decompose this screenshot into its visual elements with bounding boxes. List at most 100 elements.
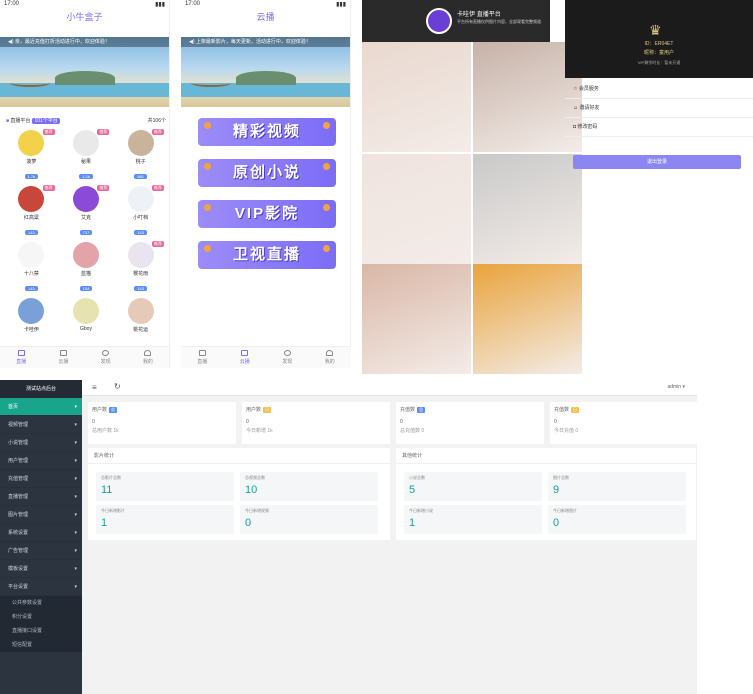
subnav-item[interactable]: 短信配置 xyxy=(0,638,82,652)
brand-name: 卡哇伊 直播平台 xyxy=(457,9,501,18)
chevron-down-icon: ▾ xyxy=(74,494,77,500)
profile-menu: ☆ 会员服务 ☺ 邀请好友 ◘ 修改密码 xyxy=(565,80,753,137)
nav-label: 视频管理 xyxy=(8,422,29,428)
platform-name: 蓝猫 xyxy=(80,271,91,277)
platform-avatar xyxy=(72,186,99,212)
recommend-badge: 推荐 xyxy=(42,129,55,135)
card-header: 用户数日 xyxy=(246,406,386,413)
platform-avatar xyxy=(127,186,154,212)
tab-label: 直播 xyxy=(197,359,208,365)
novel-button[interactable]: 原创小说 xyxy=(198,159,336,187)
tab-live[interactable]: 直播 xyxy=(181,347,224,368)
platform-item[interactable]: 蓝猫 154 xyxy=(59,240,114,294)
tab-live[interactable]: 直播 xyxy=(0,347,42,368)
admin-user[interactable]: admin ▾ xyxy=(667,384,685,390)
nav-label: 系统设置 xyxy=(8,530,29,536)
gallery-photo[interactable] xyxy=(362,42,471,152)
platform-item[interactable]: 小叮档 143 推荐 xyxy=(113,184,168,238)
stat-value: 5 xyxy=(409,484,416,496)
platform-item[interactable]: 桃花运 xyxy=(113,296,168,350)
gallery-photo[interactable] xyxy=(473,154,582,264)
nav-item[interactable]: 模板设置 ▾ xyxy=(0,560,82,578)
gallery-photo[interactable] xyxy=(362,264,471,374)
platform-name: 艾克 xyxy=(80,215,91,221)
platform-item[interactable]: 菠萝 1.7k 推荐 xyxy=(4,128,59,182)
logout-button[interactable]: 退出登录 xyxy=(573,155,741,169)
tab-discover[interactable]: 发现 xyxy=(266,347,309,368)
nav-item[interactable]: 直播管理 ▾ xyxy=(0,488,82,506)
tab-discover[interactable]: 发现 xyxy=(85,347,127,368)
notice-text: 亲，最近充值打折活动进行中，欢迎体验！ xyxy=(14,39,110,45)
gallery-photo[interactable] xyxy=(473,264,582,374)
stat-tile: 小说总数 5 xyxy=(404,472,542,501)
card-sub: 总充值数 0 xyxy=(400,428,425,434)
dot-icon xyxy=(204,163,211,170)
stat-label: 今日新增影片 xyxy=(101,508,125,513)
card-sub: 今日新增 1k xyxy=(246,428,273,434)
admin-brand: 测试站点后台 xyxy=(0,380,82,398)
hammock-shape xyxy=(191,79,231,87)
hammock-shape xyxy=(10,79,50,87)
dot-icon xyxy=(204,122,211,129)
tab-cloud[interactable]: 云播 xyxy=(42,347,84,368)
platform-item[interactable]: 红高粱 143 推荐 xyxy=(4,184,59,238)
brand-desc: 平台所有直播仅供图片内容，全部观看完整频道 xyxy=(457,19,541,24)
platform-item[interactable]: 秘果 1.2k 推荐 xyxy=(59,128,114,182)
video-button[interactable]: 精彩视频 xyxy=(198,118,336,146)
summary-card: 充值数日 0 今日充值 0 xyxy=(550,402,698,444)
platform-avatar xyxy=(72,130,99,156)
nav-item[interactable]: 首页 ▾ xyxy=(0,398,82,416)
subnav-item[interactable]: 积分设置 xyxy=(0,610,82,624)
platform-avatar xyxy=(127,298,154,324)
nav-item[interactable]: 广告管理 ▾ xyxy=(0,542,82,560)
tab-me[interactable]: 我的 xyxy=(309,347,352,368)
card-title: 充值数 xyxy=(554,407,570,413)
card-sub: 总用户数 1k xyxy=(92,428,119,434)
chevron-down-icon: ▾ xyxy=(74,440,77,446)
speaker-icon: ◀) xyxy=(189,39,195,45)
platform-count: 143 xyxy=(134,230,147,235)
card-value: 0 xyxy=(92,419,95,425)
admin-subnav: 公共参数设置 积分设置 直播接口设置 短信配置 xyxy=(0,596,82,652)
tab-cloud[interactable]: 云播 xyxy=(224,347,267,368)
card-chip: 日 xyxy=(571,407,580,413)
nav-item[interactable]: 系统设置 ▾ xyxy=(0,524,82,542)
compass-icon xyxy=(102,350,110,356)
nav-label: 小说管理 xyxy=(8,440,29,446)
vip-cinema-button[interactable]: VIP影院 xyxy=(198,200,336,228)
menu-item-invite[interactable]: ☺ 邀请好友 xyxy=(565,99,753,118)
subnav-item[interactable]: 直播接口设置 xyxy=(0,624,82,638)
platform-item[interactable]: 桃子 881 推荐 xyxy=(113,128,168,182)
stat-value: 9 xyxy=(553,484,560,496)
nav-item[interactable]: 充值管理 ▾ xyxy=(0,470,82,488)
menu-toggle-icon[interactable]: ≡ xyxy=(92,383,97,392)
nav-item[interactable]: 小说管理 ▾ xyxy=(0,434,82,452)
banner-image[interactable]: ◀) 上架最新影片，每天更新，活动进行中，欢迎体验！ xyxy=(181,37,350,107)
platform-item[interactable]: Gboy xyxy=(59,296,114,350)
card-value: 0 xyxy=(554,419,557,425)
nav-item[interactable]: 用户管理 ▾ xyxy=(0,452,82,470)
subnav-item[interactable]: 公共参数设置 xyxy=(0,596,82,610)
chevron-down-icon: ▾ xyxy=(74,584,77,590)
tab-me[interactable]: 我的 xyxy=(127,347,169,368)
platform-item[interactable]: 樱花雨 143 推荐 xyxy=(113,240,168,294)
platform-item[interactable]: 艾克 737 推荐 xyxy=(59,184,114,238)
tv-live-button[interactable]: 卫视直播 xyxy=(198,241,336,269)
platform-item[interactable]: 十八禁 143 xyxy=(4,240,59,294)
dot-icon xyxy=(323,122,330,129)
gallery-photo[interactable] xyxy=(362,154,471,264)
nav-item[interactable]: 视频管理 ▾ xyxy=(0,416,82,434)
recommend-badge: 推荐 xyxy=(42,185,55,191)
refresh-icon[interactable]: ↻ xyxy=(114,382,121,391)
menu-item-vip[interactable]: ☆ 会员服务 xyxy=(565,80,753,99)
profile-header: ♛ ID：ER04ET 昵称：童用户 VIP剩余时长：暂未开通 xyxy=(565,0,753,78)
nav-item[interactable]: 图片管理 ▾ xyxy=(0,506,82,524)
banner-image[interactable]: ◀) 亲，最近充值打折活动进行中，欢迎体验！ xyxy=(0,37,169,107)
nav-item[interactable]: 平台设置 ▾ xyxy=(0,578,82,596)
menu-item-password[interactable]: ◘ 修改密码 xyxy=(565,118,753,137)
platform-item[interactable]: 卡哇伊 xyxy=(4,296,59,350)
card-chip: 总 xyxy=(109,407,118,413)
stat-value: 1 xyxy=(409,517,416,529)
platform-name: 菠萝 xyxy=(26,159,37,165)
page-title: 小牛盒子 xyxy=(66,12,103,22)
